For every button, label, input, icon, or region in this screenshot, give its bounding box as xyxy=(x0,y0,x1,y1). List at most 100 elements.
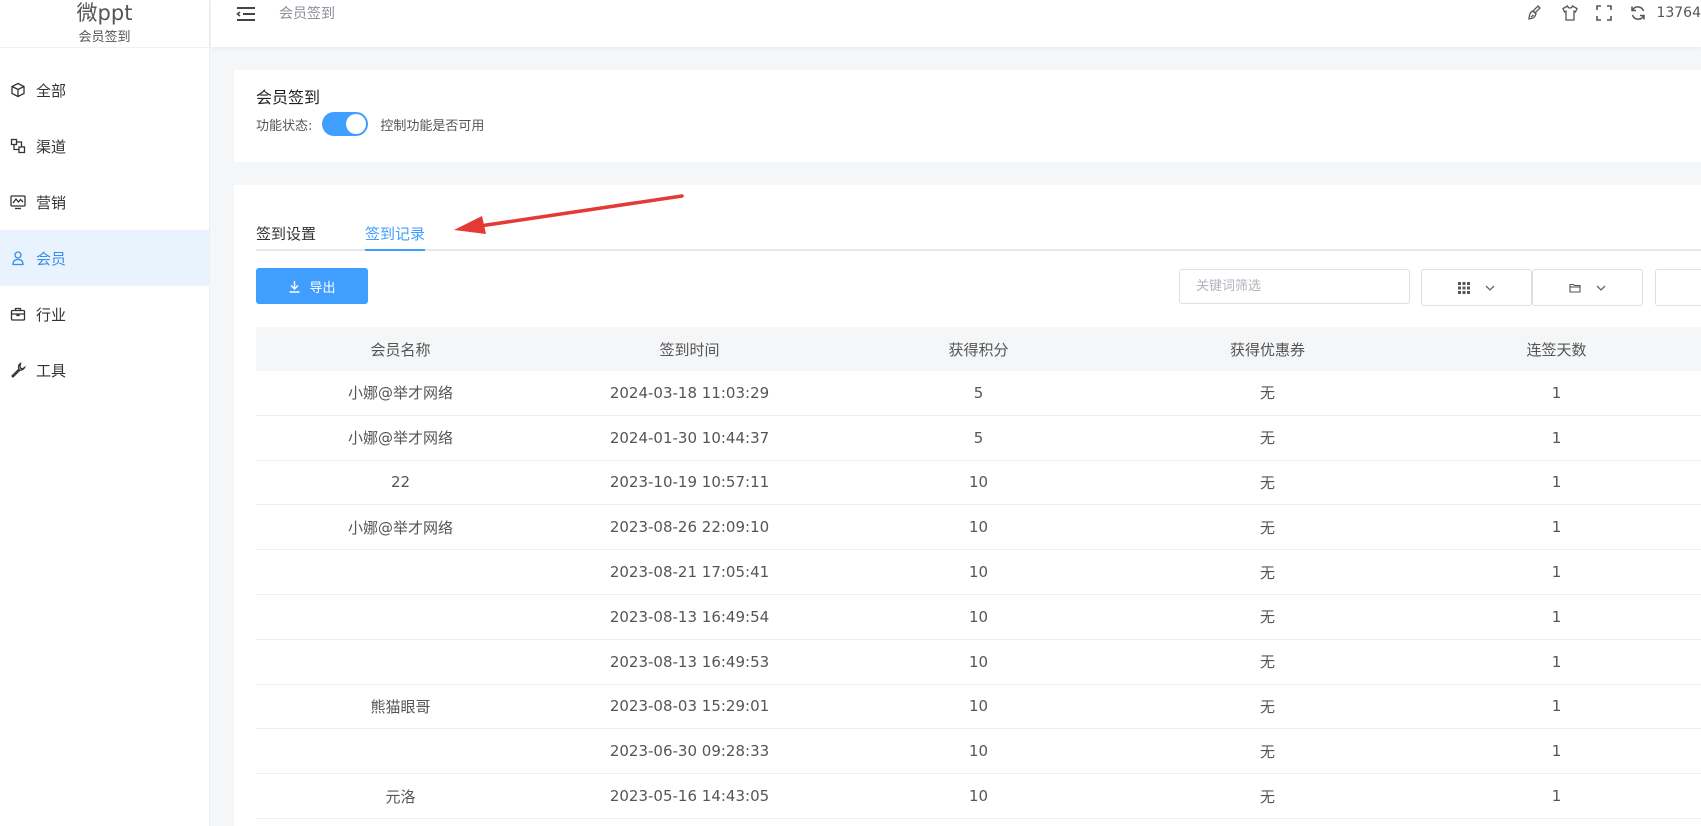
records-card: 签到设置 签到记录 导出 会员名称 签到时间 获得积分 获得优惠券 连签天数 小… xyxy=(234,185,1701,826)
cube-icon xyxy=(10,82,26,98)
brand: 微ppt 会员签到 xyxy=(0,0,209,48)
table-row: 22 2023-10-19 10:57:11 10 无 1 xyxy=(256,461,1701,506)
cell-time: 2024-01-30 10:44:37 xyxy=(609,428,770,447)
grid-icon xyxy=(1457,281,1470,294)
cell-coupon: 无 xyxy=(1259,742,1275,761)
sidebar-item-label: 营销 xyxy=(36,193,67,212)
table-header: 会员名称 签到时间 获得积分 获得优惠券 连签天数 xyxy=(256,327,1701,371)
chevron-down-icon xyxy=(1485,285,1494,291)
export-button[interactable]: 导出 xyxy=(256,268,368,304)
cell-time: 2023-08-03 15:29:01 xyxy=(609,697,770,716)
table-row: 小娜@举才网络 2023-08-26 22:09:10 10 无 1 xyxy=(256,505,1701,551)
column-header-streak: 连签天数 xyxy=(1526,340,1587,359)
wrench-icon xyxy=(10,362,26,378)
brand-subtitle: 会员签到 xyxy=(78,30,131,45)
cell-points: 10 xyxy=(968,607,989,626)
channel-icon xyxy=(10,138,26,154)
cell-time: 2024-03-18 11:03:29 xyxy=(609,383,770,402)
brush-icon[interactable] xyxy=(1526,3,1546,23)
tab-checkin-records[interactable]: 签到记录 xyxy=(365,223,426,251)
sidebar-item-all[interactable]: 全部 xyxy=(0,62,209,118)
refresh-icon[interactable] xyxy=(1628,3,1648,23)
table-row: 2023-08-21 17:05:41 10 无 1 xyxy=(256,550,1701,595)
download-icon xyxy=(289,280,300,293)
cell-member: 熊猫眼哥 xyxy=(370,697,431,716)
shirt-icon[interactable] xyxy=(1560,3,1580,23)
brand-name: 微ppt xyxy=(76,1,133,25)
feature-card: 会员签到 功能状态: 控制功能是否可用 xyxy=(234,70,1701,162)
table-row: 元洛 2023-05-16 14:43:05 10 无 1 xyxy=(256,774,1701,819)
cell-streak: 1 xyxy=(1551,742,1562,761)
sidebar-item-marketing[interactable]: 营销 xyxy=(0,174,209,230)
cell-time: 2023-08-21 17:05:41 xyxy=(609,563,770,582)
cell-time: 2023-05-16 14:43:05 xyxy=(609,787,770,806)
feature-status-row: 功能状态: 控制功能是否可用 xyxy=(256,112,484,136)
status-label: 功能状态: xyxy=(256,118,313,134)
table-row: 2023-08-13 16:49:54 10 无 1 xyxy=(256,595,1701,640)
cell-streak: 1 xyxy=(1551,607,1562,626)
table-body: 小娜@举才网络 2024-03-18 11:03:29 5 无 1 小娜@举才网络 2024… xyxy=(256,371,1701,819)
checkin-records-table: 会员名称 签到时间 获得积分 获得优惠券 连签天数 小娜@举才网络 2024-03… xyxy=(256,327,1701,819)
export-label: 导出 xyxy=(309,280,336,296)
sidebar-item-label: 会员 xyxy=(36,249,67,268)
cell-coupon: 无 xyxy=(1259,429,1275,448)
cell-coupon: 无 xyxy=(1259,608,1275,627)
tab-checkin-settings[interactable]: 签到设置 xyxy=(256,223,316,251)
header-actions: 13764 xyxy=(1512,2,1701,24)
sidebar-item-label: 工具 xyxy=(36,361,67,380)
sidebar-item-label: 全部 xyxy=(36,81,67,100)
cell-streak: 1 xyxy=(1551,428,1562,447)
table-row: 2023-08-13 16:49:53 10 无 1 xyxy=(256,640,1701,685)
cell-member: 小娜@举才网络 xyxy=(347,518,453,537)
sidebar-item-channel[interactable]: 渠道 xyxy=(0,118,209,174)
cell-points: 5 xyxy=(973,428,984,447)
cell-coupon: 无 xyxy=(1259,518,1275,537)
cell-member: 小娜@举才网络 xyxy=(347,429,453,448)
cell-points: 10 xyxy=(968,518,989,537)
status-description: 控制功能是否可用 xyxy=(380,118,485,134)
tab-bar: 签到设置 签到记录 xyxy=(256,205,1701,251)
cell-member: 元洛 xyxy=(385,787,416,806)
table-row: 小娜@举才网络 2024-03-18 11:03:29 5 无 1 xyxy=(256,371,1701,416)
feature-title: 会员签到 xyxy=(256,88,321,107)
sidebar-item-tools[interactable]: 工具 xyxy=(0,342,209,398)
column-header-member: 会员名称 xyxy=(370,340,431,359)
cell-points: 10 xyxy=(968,652,989,671)
cell-points: 10 xyxy=(968,563,989,582)
keyword-search-input[interactable] xyxy=(1179,269,1410,304)
sidebar-item-label: 渠道 xyxy=(36,137,67,156)
fullscreen-icon[interactable] xyxy=(1594,3,1614,23)
cell-points: 5 xyxy=(973,383,984,402)
cell-streak: 1 xyxy=(1551,697,1562,716)
sidebar-item-member[interactable]: 会员 xyxy=(0,230,209,286)
cell-streak: 1 xyxy=(1551,563,1562,582)
cell-streak: 1 xyxy=(1551,787,1562,806)
more-filter-button[interactable] xyxy=(1655,269,1701,306)
cell-coupon: 无 xyxy=(1259,653,1275,672)
cell-points: 10 xyxy=(968,697,989,716)
sidebar-item-industry[interactable]: 行业 xyxy=(0,286,209,342)
sidebar-nav: 全部 渠道 营销 会员 行业 工具 xyxy=(0,62,209,398)
cell-member: 22 xyxy=(390,473,411,492)
column-header-time: 签到时间 xyxy=(659,340,720,359)
column-settings-button[interactable] xyxy=(1421,269,1532,306)
chart-icon xyxy=(10,194,26,210)
cell-member: 小娜@举才网络 xyxy=(347,384,453,403)
table-row: 2023-06-30 09:28:33 10 无 1 xyxy=(256,729,1701,775)
cell-streak: 1 xyxy=(1551,383,1562,402)
top-header: 会员签到 13764 xyxy=(211,0,1701,47)
column-header-coupon: 获得优惠券 xyxy=(1229,340,1305,359)
sidebar-item-label: 行业 xyxy=(36,305,67,324)
cell-time: 2023-08-13 16:49:54 xyxy=(609,607,770,626)
cell-coupon: 无 xyxy=(1259,787,1275,806)
cell-streak: 1 xyxy=(1551,652,1562,671)
folder-filter-button[interactable] xyxy=(1532,269,1643,306)
user-account[interactable]: 13764 xyxy=(1656,5,1701,21)
cell-coupon: 无 xyxy=(1259,473,1275,492)
table-row: 小娜@举才网络 2024-01-30 10:44:37 5 无 1 xyxy=(256,416,1701,461)
user-icon xyxy=(10,250,26,266)
feature-toggle[interactable] xyxy=(322,112,369,136)
menu-fold-icon[interactable] xyxy=(235,4,257,24)
cell-coupon: 无 xyxy=(1259,697,1275,716)
cell-coupon: 无 xyxy=(1259,384,1275,403)
